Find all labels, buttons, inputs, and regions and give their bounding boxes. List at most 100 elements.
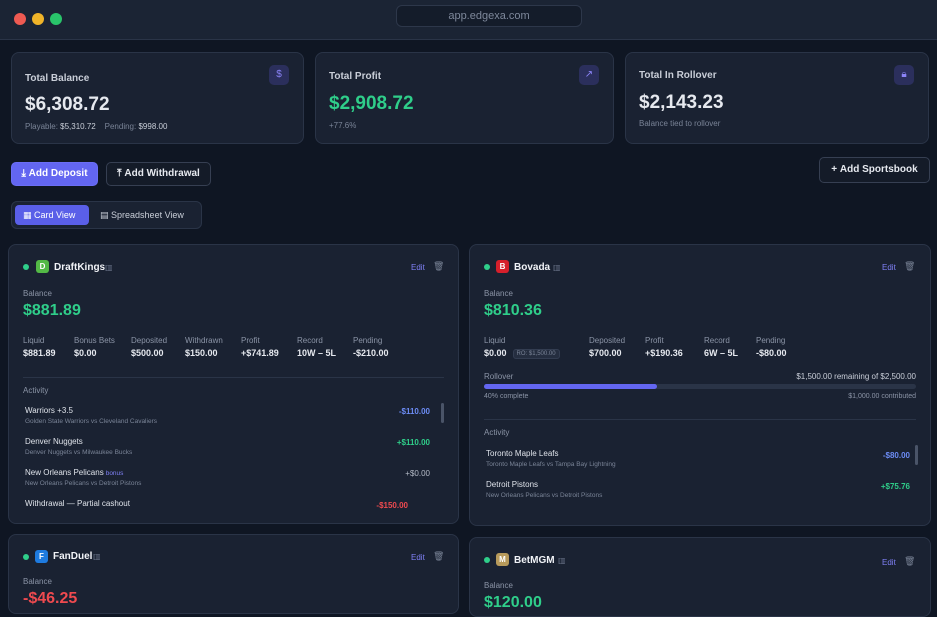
activity-row[interactable]: Detroit Pistons New Orleans Pelicans vs …: [486, 480, 912, 499]
stat-record: Record 6W – 5L: [704, 336, 739, 358]
edit-button[interactable]: Edit: [411, 553, 425, 562]
browser-titlebar: app.edgexa.com: [0, 0, 937, 40]
edit-button[interactable]: Edit: [882, 263, 896, 272]
trash-icon[interactable]: 🗑︎: [904, 556, 915, 567]
activity-row[interactable]: Denver Nuggets Denver Nuggets vs Milwauk…: [25, 437, 440, 456]
add-sportsbook-button[interactable]: + Add Sportsbook: [819, 157, 930, 183]
plus-icon: +: [831, 164, 838, 175]
stat-subtext: +77.6%: [329, 121, 357, 130]
stat-value: $2,908.72: [329, 93, 414, 114]
pending-label: Pending:: [104, 122, 137, 131]
balance-label: Balance: [23, 577, 52, 586]
bar-chart-icon[interactable]: ▥: [558, 556, 566, 565]
stat-profit: Profit +$190.36: [645, 336, 683, 358]
sportsbook-card-draftkings: D DraftKings ▥ Edit 🗑︎ Balance $881.89 L…: [8, 244, 459, 524]
rollover-label: Rollover: [484, 372, 514, 381]
divider: [23, 377, 444, 378]
active-status-dot: [23, 554, 29, 560]
spreadsheet-view-label: Spreadsheet View: [111, 210, 184, 220]
activity-row[interactable]: Warriors +3.5 Golden State Warriors vs C…: [25, 406, 440, 425]
activity-heading: Activity: [484, 428, 510, 437]
betmgm-logo-icon: M: [496, 553, 509, 566]
stat-subtext: Playable: $5,310.72 Pending: $998.00: [25, 122, 167, 131]
draftkings-logo-icon: D: [36, 260, 49, 273]
bar-chart-icon[interactable]: ▥: [105, 263, 113, 272]
stat-subtext: Balance tied to rollover: [639, 119, 721, 128]
sportsbook-name: Bovada: [514, 262, 551, 273]
balance-value: -$46.25: [23, 590, 78, 607]
stat-withdrawn: Withdrawn $150.00: [185, 336, 223, 358]
trash-icon[interactable]: 🗑︎: [904, 261, 915, 272]
grid-icon: ▦: [23, 210, 32, 220]
card-view-tab[interactable]: ▦ Card View: [15, 205, 89, 225]
rollover-progress-bar: [484, 384, 916, 389]
balance-label: Balance: [484, 581, 513, 590]
balance-value: $810.36: [484, 302, 542, 319]
add-sportsbook-label: Add Sportsbook: [839, 164, 918, 175]
add-deposit-button[interactable]: ⤓ Add Deposit: [11, 162, 98, 186]
activity-scrollbar[interactable]: [915, 445, 918, 465]
rollover-complete: 40% complete: [484, 393, 529, 400]
activity-scrollbar[interactable]: [441, 403, 444, 423]
rollover-progress-fill: [484, 384, 657, 389]
dollar-icon: $: [269, 65, 289, 85]
fanduel-logo-icon: F: [35, 550, 48, 563]
sportsbook-card-betmgm: M BetMGM ▥ Edit 🗑︎ Balance $120.00: [469, 537, 931, 617]
stat-total-balance: Total Balance $ $6,308.72 Playable: $5,3…: [11, 52, 304, 144]
lock-icon: 🔒︎: [894, 65, 914, 85]
trend-up-icon: ↗: [579, 65, 599, 85]
upload-icon: ⤒: [117, 168, 122, 179]
stat-label: Total Profit: [329, 71, 382, 82]
minimize-window-button[interactable]: [32, 13, 44, 25]
stat-pending: Pending -$80.00: [756, 336, 787, 358]
maximize-window-button[interactable]: [50, 13, 62, 25]
stat-liquid: Liquid $881.89: [23, 336, 56, 358]
balance-value: $881.89: [23, 302, 81, 319]
bar-chart-icon[interactable]: ▥: [93, 552, 101, 561]
balance-label: Balance: [484, 289, 513, 298]
divider: [484, 419, 916, 420]
address-bar[interactable]: app.edgexa.com: [396, 5, 582, 27]
spreadsheet-view-tab[interactable]: ▤ Spreadsheet View: [92, 205, 199, 225]
close-window-button[interactable]: [14, 13, 26, 25]
stat-bonus-bets: Bonus Bets $0.00: [74, 336, 115, 358]
sportsbook-card-bovada: B Bovada ▥ Edit 🗑︎ Balance $810.36 Liqui…: [469, 244, 931, 526]
stat-total-rollover: Total In Rollover 🔒︎ $2,143.23 Balance t…: [625, 52, 929, 144]
balance-label: Balance: [23, 289, 52, 298]
stat-total-profit: Total Profit ↗ $2,908.72 +77.6%: [315, 52, 614, 144]
card-view-label: Card View: [34, 210, 76, 220]
trash-icon[interactable]: 🗑︎: [433, 261, 444, 272]
add-withdrawal-label: Add Withdrawal: [124, 168, 200, 179]
active-status-dot: [484, 264, 490, 270]
activity-row[interactable]: New Orleans Pelicans bonus New Orleans Pe…: [25, 468, 440, 487]
bovada-logo-icon: B: [496, 260, 509, 273]
stat-value: $2,143.23: [639, 92, 724, 113]
sportsbook-name: FanDuel: [53, 551, 93, 562]
stat-record: Record 10W – 5L: [297, 336, 337, 358]
playable-value: $5,310.72: [60, 122, 96, 131]
view-toggle: ▦ Card View ▤ Spreadsheet View: [11, 201, 202, 229]
sportsbook-name: DraftKings: [54, 262, 106, 273]
stat-profit: Profit +$741.89: [241, 336, 279, 358]
bar-chart-icon[interactable]: ▥: [553, 263, 561, 272]
add-withdrawal-button[interactable]: ⤒ Add Withdrawal: [106, 162, 211, 186]
edit-button[interactable]: Edit: [882, 558, 896, 567]
table-icon: ▤: [100, 210, 109, 220]
balance-value: $120.00: [484, 594, 542, 611]
edit-button[interactable]: Edit: [411, 263, 425, 272]
bonus-tag: bonus: [105, 470, 124, 477]
activity-heading: Activity: [23, 386, 49, 395]
pending-value: $998.00: [138, 122, 168, 131]
trash-icon[interactable]: 🗑︎: [433, 551, 444, 562]
rollover-contributed: $1,000.00 contributed: [848, 393, 916, 400]
activity-row[interactable]: Toronto Maple Leafs Toronto Maple Leafs …: [486, 449, 912, 468]
active-status-dot: [23, 264, 29, 270]
stat-label: Total In Rollover: [639, 70, 717, 81]
stat-pending: Pending -$210.00: [353, 336, 389, 358]
playable-label: Playable:: [25, 122, 58, 131]
rollover-tag: RO: $1,500.00: [512, 349, 560, 359]
stat-deposited: Deposited $500.00: [131, 336, 168, 358]
activity-row[interactable]: Withdrawal — Partial cashout -$150.00: [25, 499, 440, 510]
stat-liquid: Liquid $0.00 RO: $1,500.00: [484, 336, 560, 359]
active-status-dot: [484, 557, 490, 563]
